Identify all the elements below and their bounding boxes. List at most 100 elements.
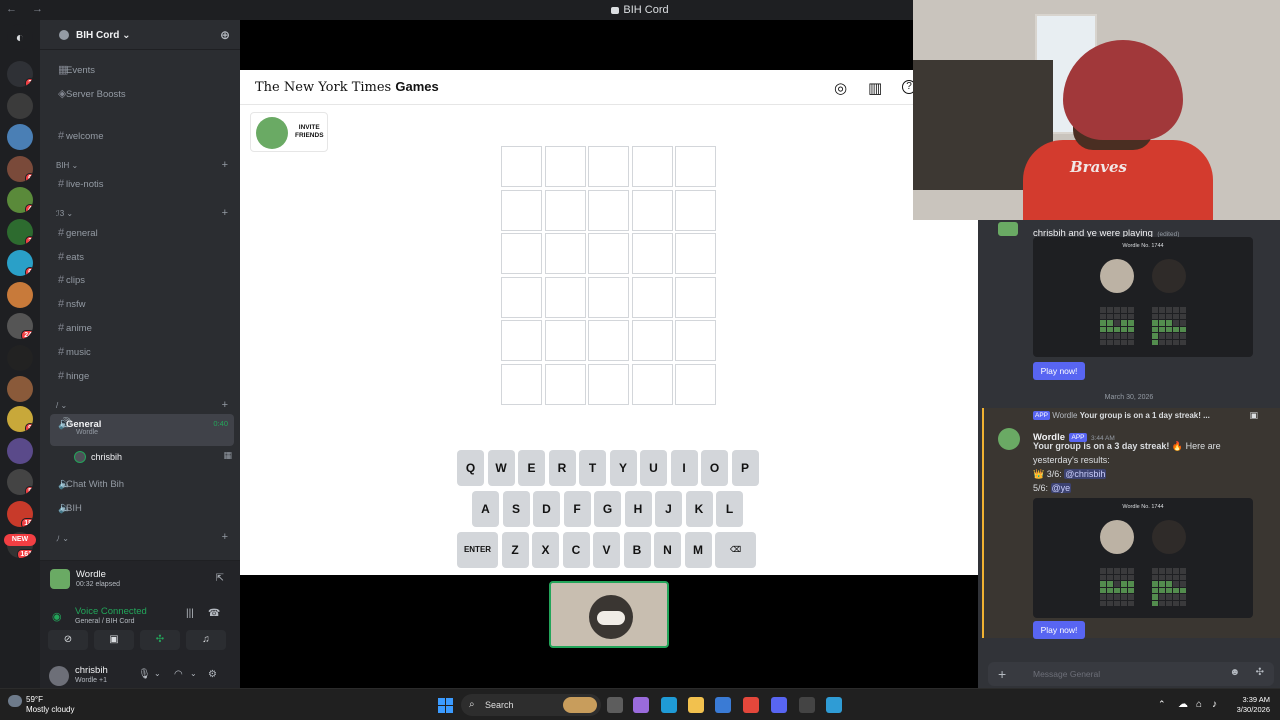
mic-options-icon[interactable]: ⌄ (154, 669, 161, 678)
stats-icon[interactable]: ▥ (868, 79, 882, 97)
voice-status[interactable]: Voice Connected (75, 606, 147, 617)
add-channel-icon[interactable]: + (222, 159, 228, 171)
key-i[interactable]: I (670, 450, 698, 486)
channel-clips[interactable]: # clips (50, 270, 234, 290)
add-channel-icon[interactable]: + (222, 399, 228, 411)
guild-server-12[interactable]: 9 (7, 406, 33, 432)
task-view-icon[interactable] (607, 697, 623, 713)
category-bih[interactable]: BIH ⌄ (56, 161, 78, 170)
add-channel-icon[interactable]: + (222, 531, 228, 543)
play-now-button[interactable]: Play now! (1033, 362, 1085, 380)
popout-icon[interactable]: ⇱ (216, 573, 224, 584)
invite-friends-button[interactable]: INVITE FRIENDS (250, 112, 328, 152)
key-e[interactable]: E (518, 450, 545, 486)
mention[interactable]: @ye (1050, 483, 1072, 493)
channel-hinge[interactable]: # hinge (50, 366, 234, 386)
guild-server-bih[interactable]: 2 (7, 61, 33, 87)
key-n[interactable]: N (654, 532, 681, 568)
voice-channel-general[interactable]: 🔊General Wordle 0:40 (50, 414, 234, 446)
screen-share-button[interactable]: ▣ (94, 630, 134, 650)
new-servers-pill[interactable]: NEW (4, 534, 36, 546)
headphones-options-icon[interactable]: ⌄ (190, 669, 197, 678)
key-d[interactable]: D (533, 491, 560, 527)
attach-plus-icon[interactable]: + (998, 666, 1006, 682)
voice-channel-bih[interactable]: 🔈BIH (50, 498, 234, 518)
channel-events[interactable]: ▦Events (50, 60, 234, 80)
category-main[interactable]: ℐ3 ⌄ (56, 209, 73, 218)
channel-eats[interactable]: # eats (50, 247, 234, 267)
hint-icon[interactable]: ◎ (834, 79, 847, 97)
network-icon[interactable]: ⌂ (1196, 699, 1202, 710)
key-o[interactable]: O (701, 450, 728, 486)
weather-widget[interactable]: 59°F Mostly cloudy (8, 695, 74, 715)
channel-music[interactable]: # music (50, 342, 234, 362)
key-u[interactable]: U (640, 450, 667, 486)
channel-live-notis[interactable]: # live-notis (50, 174, 234, 194)
avatar[interactable] (49, 666, 69, 686)
guild-server-5[interactable]: 4 (7, 187, 33, 213)
apps-icon[interactable]: ✣ (1256, 667, 1264, 678)
emoji-icon[interactable]: ☻ (1229, 667, 1240, 678)
channel-anime[interactable]: # anime (50, 318, 234, 338)
voice-user[interactable]: chrisbih (74, 451, 122, 463)
guild-server-13[interactable] (7, 438, 33, 464)
volume-icon[interactable]: ♪ (1212, 699, 1217, 710)
channel-welcome[interactable]: # welcome (50, 126, 234, 146)
backspace-key[interactable]: ⌫ (715, 532, 756, 568)
headphones-icon[interactable]: ◠ (174, 669, 183, 680)
key-w[interactable]: W (487, 450, 515, 486)
signal-icon[interactable]: ◉ (52, 610, 62, 623)
user-name[interactable]: chrisbih (75, 665, 108, 676)
key-l[interactable]: L (716, 491, 743, 527)
soundboard-button[interactable]: ♫ (186, 630, 226, 650)
settings-icon[interactable]: ⚙ (208, 669, 217, 680)
clock[interactable]: 3:39 AM 3/30/2026 (1226, 695, 1270, 715)
mic-icon[interactable]: 🎙 (138, 669, 151, 680)
guild-server-9[interactable]: 24 (7, 313, 33, 339)
key-s[interactable]: S (502, 491, 530, 527)
key-b[interactable]: B (623, 532, 651, 568)
edge-icon[interactable] (661, 697, 677, 713)
enter-key[interactable]: ENTER (457, 532, 498, 568)
discord-home-icon[interactable]: ◐ (7, 24, 33, 50)
store-icon[interactable] (715, 697, 731, 713)
start-button[interactable] (438, 698, 453, 713)
key-h[interactable]: H (624, 491, 652, 527)
channel-nsfw[interactable]: # nsfw (50, 294, 234, 314)
participant-video-tile[interactable] (549, 581, 669, 648)
guild-server-10[interactable] (7, 345, 33, 371)
copilot-icon[interactable] (633, 697, 649, 713)
wordle-result-embed[interactable]: Wordle No. 1744 (1033, 237, 1253, 357)
key-y[interactable]: Y (609, 450, 637, 486)
camera-off-button[interactable]: ⊘ (48, 630, 88, 650)
category-collapsed[interactable]: ﾉ ⌄ (56, 533, 69, 544)
channel-server-boosts[interactable]: ◈Server Boosts (50, 84, 234, 104)
key-t[interactable]: T (579, 450, 606, 486)
key-f[interactable]: F (563, 491, 591, 527)
server-header[interactable]: BIH Cord ⌄ ⊕ (40, 20, 240, 50)
taskbar-search[interactable]: ⌕ Search (461, 694, 601, 716)
key-z[interactable]: Z (501, 532, 529, 568)
guild-server-15[interactable]: 18 (7, 501, 33, 527)
wordle-result-embed[interactable]: Wordle No. 1744 (1033, 498, 1253, 618)
notepad-icon[interactable] (826, 697, 842, 713)
disconnect-icon[interactable]: ☎ (208, 608, 220, 619)
key-r[interactable]: R (548, 450, 576, 486)
noise-suppression-icon[interactable]: ||| (186, 608, 194, 619)
nyt-games-logo[interactable]: The New York Times Games (255, 79, 439, 95)
wordle-avatar[interactable] (998, 428, 1020, 450)
guild-server-3[interactable] (7, 124, 33, 150)
key-j[interactable]: J (655, 491, 682, 527)
mention[interactable]: @chrisbih (1064, 469, 1107, 479)
play-now-button[interactable]: Play now! (1033, 621, 1085, 639)
key-p[interactable]: P (731, 450, 759, 486)
key-q[interactable]: Q (457, 450, 484, 486)
message-input[interactable]: + Message General ☻ ✣ (988, 662, 1274, 686)
guild-server-2[interactable] (7, 93, 33, 119)
guild-server-havin[interactable]: 3 (7, 219, 33, 245)
key-k[interactable]: K (685, 491, 713, 527)
key-v[interactable]: V (593, 532, 620, 568)
guild-server-14[interactable]: 5 (7, 469, 33, 495)
channel-general[interactable]: # general (50, 223, 234, 243)
category-voice[interactable]: / ⌄ (56, 401, 67, 410)
